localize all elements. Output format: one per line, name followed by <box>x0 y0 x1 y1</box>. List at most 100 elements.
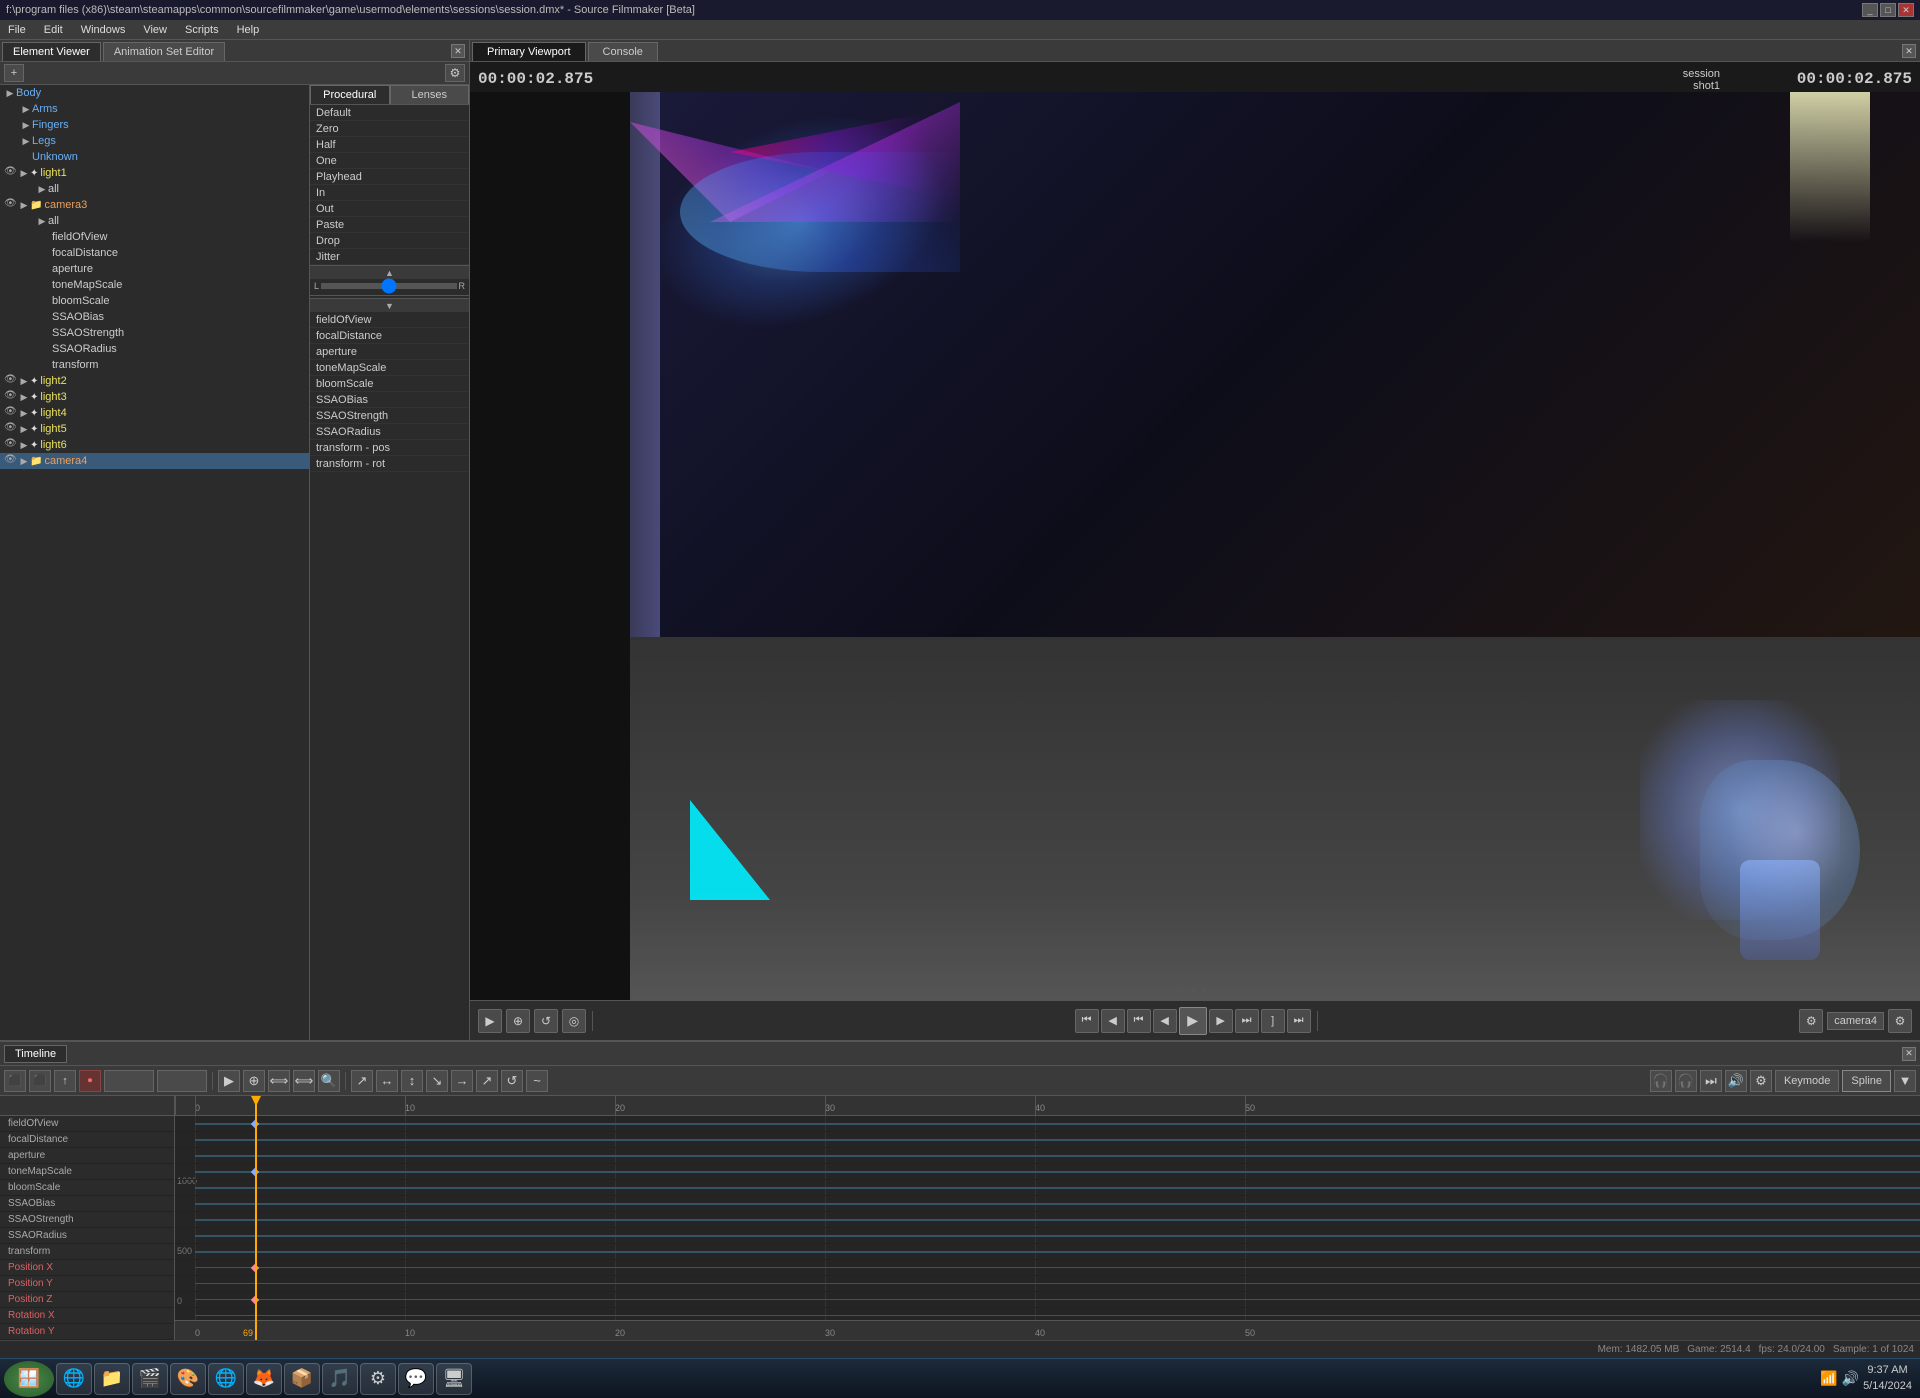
tree-item-light4[interactable]: 👁 ▶ ✦ light4 <box>0 405 309 421</box>
tl-spline-arrow[interactable]: ▼ <box>1894 1070 1916 1092</box>
transport-prev-frame[interactable]: ◀ <box>1101 1009 1125 1033</box>
tl-tool11[interactable]: ↗ <box>476 1070 498 1092</box>
transport-step-back[interactable]: ⏮ <box>1127 1009 1151 1033</box>
menu-windows[interactable]: Windows <box>77 22 130 38</box>
proc-ssaoradius[interactable]: SSAORadius <box>310 424 469 440</box>
transport-play[interactable]: ▶ <box>1179 1007 1207 1035</box>
tl-text-btn2[interactable] <box>157 1070 207 1092</box>
proc-slider[interactable] <box>321 283 456 289</box>
maximize-button[interactable]: □ <box>1880 3 1896 17</box>
vp-settings-btn[interactable]: ⚙ <box>1799 1009 1823 1033</box>
tree-item-fingers[interactable]: ▶ Fingers <box>16 117 309 133</box>
proc-transform-rot[interactable]: transform - rot <box>310 456 469 472</box>
keymode-btn[interactable]: Keymode <box>1775 1070 1839 1092</box>
tab-primary-viewport[interactable]: Primary Viewport <box>472 42 586 61</box>
proc-drop[interactable]: Drop <box>310 233 469 249</box>
proc-aperture[interactable]: aperture <box>310 344 469 360</box>
eye-light5[interactable]: 👁 <box>4 422 18 436</box>
tl-arrow-tool[interactable]: ▶ <box>218 1070 240 1092</box>
tl-headphones-left[interactable]: 🎧 <box>1650 1070 1672 1092</box>
proc-ssaobias[interactable]: SSAOBias <box>310 392 469 408</box>
close-button[interactable]: ✕ <box>1898 3 1914 17</box>
tl-icon-btn2[interactable]: ⬛ <box>29 1070 51 1092</box>
tl-tool9[interactable]: ↘ <box>426 1070 448 1092</box>
eye-light3[interactable]: 👁 <box>4 390 18 404</box>
timeline-playhead[interactable] <box>255 1096 257 1340</box>
tree-item-focal[interactable]: focalDistance <box>48 245 309 261</box>
proc-default[interactable]: Default <box>310 105 469 121</box>
proc-one[interactable]: One <box>310 153 469 169</box>
proc-playhead[interactable]: Playhead <box>310 169 469 185</box>
taskbar-app-photoshop[interactable]: 🎨 <box>170 1363 206 1395</box>
tl-settings-btn[interactable]: ⚙ <box>1750 1070 1772 1092</box>
taskbar-app-steam[interactable]: ⚙ <box>360 1363 396 1395</box>
tree-item-light3[interactable]: 👁 ▶ ✦ light3 <box>0 389 309 405</box>
vp-gear-btn[interactable]: ⚙ <box>1888 1009 1912 1033</box>
tl-crosshair-tool[interactable]: ⊕ <box>243 1070 265 1092</box>
tree-item-ssaobias[interactable]: SSAOBias <box>48 309 309 325</box>
viewport-close[interactable]: ✕ <box>1902 44 1916 58</box>
tree-item-body[interactable]: ▶ Body <box>0 85 309 101</box>
proc-focaldistance[interactable]: focalDistance <box>310 328 469 344</box>
taskbar-app-video[interactable]: 🎬 <box>132 1363 168 1395</box>
menu-view[interactable]: View <box>139 22 171 38</box>
transport-step-forward[interactable]: ⏭ <box>1235 1009 1259 1033</box>
menu-file[interactable]: File <box>4 22 30 38</box>
taskbar-app-firefox[interactable]: 🦊 <box>246 1363 282 1395</box>
tab-lenses[interactable]: Lenses <box>390 85 470 104</box>
tree-item-bloom[interactable]: bloomScale <box>48 293 309 309</box>
tree-item-arms[interactable]: ▶ Arms <box>16 101 309 117</box>
tl-scale-tool[interactable]: ⟺ <box>293 1070 315 1092</box>
proc-tonemapscale[interactable]: toneMapScale <box>310 360 469 376</box>
viewport-scene[interactable] <box>630 92 1920 1000</box>
taskbar-app-discord[interactable]: 💬 <box>398 1363 434 1395</box>
tl-icon-btn3[interactable]: ↑ <box>54 1070 76 1092</box>
tab-procedural[interactable]: Procedural <box>310 85 390 104</box>
proc-zero[interactable]: Zero <box>310 121 469 137</box>
tree-item-all-light1[interactable]: ▶ all <box>32 181 309 197</box>
tree-item-aperture[interactable]: aperture <box>48 261 309 277</box>
proc-paste[interactable]: Paste <box>310 217 469 233</box>
menu-scripts[interactable]: Scripts <box>181 22 223 38</box>
tree-item-legs[interactable]: ▶ Legs <box>16 133 309 149</box>
proc-transform-pos[interactable]: transform - pos <box>310 440 469 456</box>
proc-scroll-up[interactable]: ▲ <box>310 265 469 279</box>
proc-jitter[interactable]: Jitter <box>310 249 469 265</box>
timeline-ruler-area[interactable]: 1000 500 0 -500 0 10 20 30 40 50 <box>175 1096 1920 1340</box>
tl-tool13[interactable]: ~ <box>526 1070 548 1092</box>
tab-animation-set-editor[interactable]: Animation Set Editor <box>103 42 225 61</box>
gear-button[interactable]: ⚙ <box>445 64 465 82</box>
tree-item-transform[interactable]: transform <box>48 357 309 373</box>
transport-fast-forward[interactable]: ⏭ <box>1287 1009 1311 1033</box>
taskbar-app-explorer[interactable]: 📁 <box>94 1363 130 1395</box>
taskbar-app-premiere[interactable]: 📦 <box>284 1363 320 1395</box>
transport-stop[interactable]: ◀ <box>1153 1009 1177 1033</box>
tl-skip-btn[interactable]: ⏭ <box>1700 1070 1722 1092</box>
proc-half[interactable]: Half <box>310 137 469 153</box>
tl-tool7[interactable]: ↔ <box>376 1070 398 1092</box>
tree-item-tonemap[interactable]: toneMapScale <box>48 277 309 293</box>
tree-item-light1[interactable]: 👁 ▶ ✦ light1 <box>0 165 309 181</box>
tray-network[interactable]: 📶 <box>1820 1370 1837 1387</box>
vp-circle-btn[interactable]: ◎ <box>562 1009 586 1033</box>
tree-item-ssaostrength[interactable]: SSAOStrength <box>48 325 309 341</box>
tree-item-all-camera3[interactable]: ▶ all <box>32 213 309 229</box>
transport-rewind[interactable]: ⏮ <box>1075 1009 1099 1033</box>
tl-vol-btn[interactable]: 🔊 <box>1725 1070 1747 1092</box>
tray-volume[interactable]: 🔊 <box>1842 1370 1859 1387</box>
tl-tool6[interactable]: ↗ <box>351 1070 373 1092</box>
tree-item-ssaoradius[interactable]: SSAORadius <box>48 341 309 357</box>
proc-fieldofview[interactable]: fieldOfView <box>310 312 469 328</box>
eye-camera4[interactable]: 👁 <box>4 454 18 468</box>
tl-headphones-right[interactable]: 🎧 <box>1675 1070 1697 1092</box>
tree-item-light2[interactable]: 👁 ▶ ✦ light2 <box>0 373 309 389</box>
proc-ssaostrength[interactable]: SSAOStrength <box>310 408 469 424</box>
tree-item-unknown[interactable]: Unknown <box>16 149 309 165</box>
eye-light1[interactable]: 👁 <box>4 166 18 180</box>
timeline-close[interactable]: ✕ <box>1902 1047 1916 1061</box>
vp-crosshair-btn[interactable]: ⊕ <box>506 1009 530 1033</box>
tree-item-camera4[interactable]: 👁 ▶ 📁 camera4 <box>0 453 309 469</box>
tab-console[interactable]: Console <box>588 42 658 61</box>
tl-icon-btn1[interactable]: ⬛ <box>4 1070 26 1092</box>
proc-out[interactable]: Out <box>310 201 469 217</box>
